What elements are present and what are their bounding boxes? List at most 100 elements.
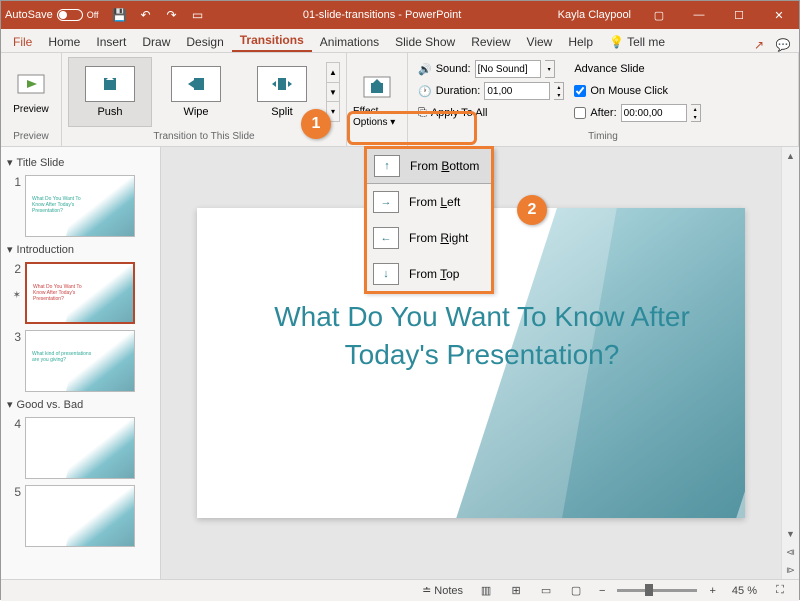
share-icon[interactable]: ↗ xyxy=(747,38,771,52)
thumb-row-5[interactable]: 5 xyxy=(5,482,156,550)
fit-to-window-icon[interactable]: ⛶ xyxy=(769,582,791,600)
slide-title-text[interactable]: What Do You Want To Know After Today's P… xyxy=(267,298,697,374)
autosave-toggle[interactable]: AutoSave Off xyxy=(1,9,103,21)
zoom-in-button[interactable]: + xyxy=(705,585,719,597)
play-icon xyxy=(15,70,47,102)
duration-input[interactable] xyxy=(484,82,550,100)
menu-from-left[interactable]: → From Left xyxy=(365,184,493,220)
tab-insert[interactable]: Insert xyxy=(88,32,134,52)
sound-select[interactable] xyxy=(475,60,541,78)
duration-spinner[interactable]: ▴▾ xyxy=(554,82,564,100)
tab-help[interactable]: Help xyxy=(560,32,601,52)
redo-icon[interactable]: ↷ xyxy=(161,4,183,26)
timing-right-col: Advance Slide On Mouse Click After: ▴▾ xyxy=(570,57,704,125)
scroll-track[interactable] xyxy=(782,165,799,525)
zoom-thumb[interactable] xyxy=(645,584,653,596)
autosave-label: AutoSave xyxy=(5,9,53,21)
on-mouse-click-label: On Mouse Click xyxy=(590,85,668,97)
thumbnail-4[interactable] xyxy=(25,417,135,479)
thumbnail-1[interactable]: What Do You Want To Know After Today's P… xyxy=(25,175,135,237)
ribbon-options-icon[interactable]: ▢ xyxy=(639,1,679,29)
section-good-vs-bad[interactable]: ▾ Good vs. Bad xyxy=(5,395,156,414)
after-checkbox[interactable] xyxy=(574,107,586,119)
group-transition-label: Transition to This Slide xyxy=(68,129,340,144)
effect-options-menu: ↑ From Bottom → From Left ← From Right ↓… xyxy=(364,147,494,293)
notes-button[interactable]: ≐ Notes xyxy=(418,584,467,597)
tab-animations[interactable]: Animations xyxy=(312,32,387,52)
thumb-row-4[interactable]: 4 xyxy=(5,414,156,482)
transition-wipe[interactable]: Wipe xyxy=(154,57,238,127)
section-title-slide[interactable]: ▾ Title Slide xyxy=(5,153,156,172)
tab-slide-show[interactable]: Slide Show xyxy=(387,32,463,52)
after-label: After: xyxy=(590,107,616,119)
thumbnail-3[interactable]: What kind of presentations are you givin… xyxy=(25,330,135,392)
menu-from-right[interactable]: ← From Right xyxy=(365,220,493,256)
view-sorter-icon[interactable]: ⊞ xyxy=(505,582,527,600)
after-spinner[interactable]: ▴▾ xyxy=(691,104,701,122)
after-input[interactable] xyxy=(621,104,687,122)
transition-push-label: Push xyxy=(97,106,122,118)
tab-view[interactable]: View xyxy=(519,32,561,52)
user-name[interactable]: Kayla Claypool xyxy=(550,9,639,21)
zoom-level[interactable]: 45 % xyxy=(728,585,761,597)
save-icon[interactable]: 💾 xyxy=(109,4,131,26)
toggle-icon xyxy=(57,9,83,21)
thumb-row-3[interactable]: 3 What kind of presentations are you giv… xyxy=(5,327,156,395)
transition-push[interactable]: Push xyxy=(68,57,152,127)
push-icon xyxy=(85,66,135,102)
menu-from-bottom[interactable]: ↑ From Bottom xyxy=(365,148,493,184)
vertical-scrollbar[interactable]: ▲ ▼ ⧏ ⧐ xyxy=(781,147,799,579)
menu-from-top[interactable]: ↓ From Top xyxy=(365,256,493,292)
slide-number: 3 xyxy=(7,330,21,344)
from-left-icon: → xyxy=(373,191,399,213)
annotation-badge-1: 1 xyxy=(301,109,331,139)
transition-indicator-icon: ✶ xyxy=(13,290,21,301)
section-introduction[interactable]: ▾ Introduction xyxy=(5,240,156,259)
maximize-icon[interactable]: ☐ xyxy=(719,1,759,29)
menu-label: From Top xyxy=(409,267,459,281)
document-title: 01-slide-transitions - PowerPoint xyxy=(215,9,550,21)
undo-icon[interactable]: ↶ xyxy=(135,4,157,26)
group-preview: Preview Preview xyxy=(1,53,62,146)
view-reading-icon[interactable]: ▭ xyxy=(535,582,557,600)
start-presentation-icon[interactable]: ▭ xyxy=(187,4,209,26)
sound-label: Sound: xyxy=(436,63,471,75)
autosave-state: Off xyxy=(87,10,99,20)
menu-label: From Bottom xyxy=(410,159,479,173)
zoom-out-button[interactable]: − xyxy=(595,585,609,597)
gallery-scroll[interactable]: ▲ ▼ ▾ xyxy=(326,62,340,122)
preview-button[interactable]: Preview xyxy=(7,57,55,127)
comments-icon[interactable]: 💬 xyxy=(771,38,795,52)
tab-transitions[interactable]: Transitions xyxy=(232,30,312,52)
on-mouse-click-checkbox[interactable] xyxy=(574,85,586,97)
thumbnail-2[interactable]: What Do You Want To Know After Today's P… xyxy=(25,262,135,324)
group-preview-label: Preview xyxy=(7,129,55,144)
effect-options-icon xyxy=(361,72,393,104)
annotation-badge-2: 2 xyxy=(517,195,547,225)
prev-slide-icon[interactable]: ⧏ xyxy=(782,543,799,561)
thumbnail-pane[interactable]: ▾ Title Slide 1 What Do You Want To Know… xyxy=(1,147,161,579)
tab-draw[interactable]: Draw xyxy=(134,32,178,52)
menu-label: From Right xyxy=(409,231,468,245)
window-controls: ▢ — ☐ ✕ xyxy=(639,1,799,29)
view-slideshow-icon[interactable]: ▢ xyxy=(565,582,587,600)
tell-me[interactable]: 💡 Tell me xyxy=(601,32,673,52)
tab-review[interactable]: Review xyxy=(463,32,518,52)
file-tab[interactable]: File xyxy=(5,32,40,52)
transition-split-label: Split xyxy=(271,106,292,118)
tab-home[interactable]: Home xyxy=(40,32,88,52)
sound-dropdown-icon[interactable]: ▾ xyxy=(545,60,555,78)
close-icon[interactable]: ✕ xyxy=(759,1,799,29)
thumb-row-1[interactable]: 1 What Do You Want To Know After Today's… xyxy=(5,172,156,240)
scroll-down-icon[interactable]: ▼ xyxy=(782,525,799,543)
tab-design[interactable]: Design xyxy=(178,32,231,52)
thumbnail-5[interactable] xyxy=(25,485,135,547)
view-normal-icon[interactable]: ▥ xyxy=(475,582,497,600)
thumb-row-2[interactable]: 2 ✶ What Do You Want To Know After Today'… xyxy=(5,259,156,327)
minimize-icon[interactable]: — xyxy=(679,1,719,29)
scroll-up-icon[interactable]: ▲ xyxy=(782,147,799,165)
next-slide-icon[interactable]: ⧐ xyxy=(782,561,799,579)
zoom-slider[interactable] xyxy=(617,589,697,592)
from-right-icon: ← xyxy=(373,227,399,249)
slide-number: 2 xyxy=(7,262,21,276)
